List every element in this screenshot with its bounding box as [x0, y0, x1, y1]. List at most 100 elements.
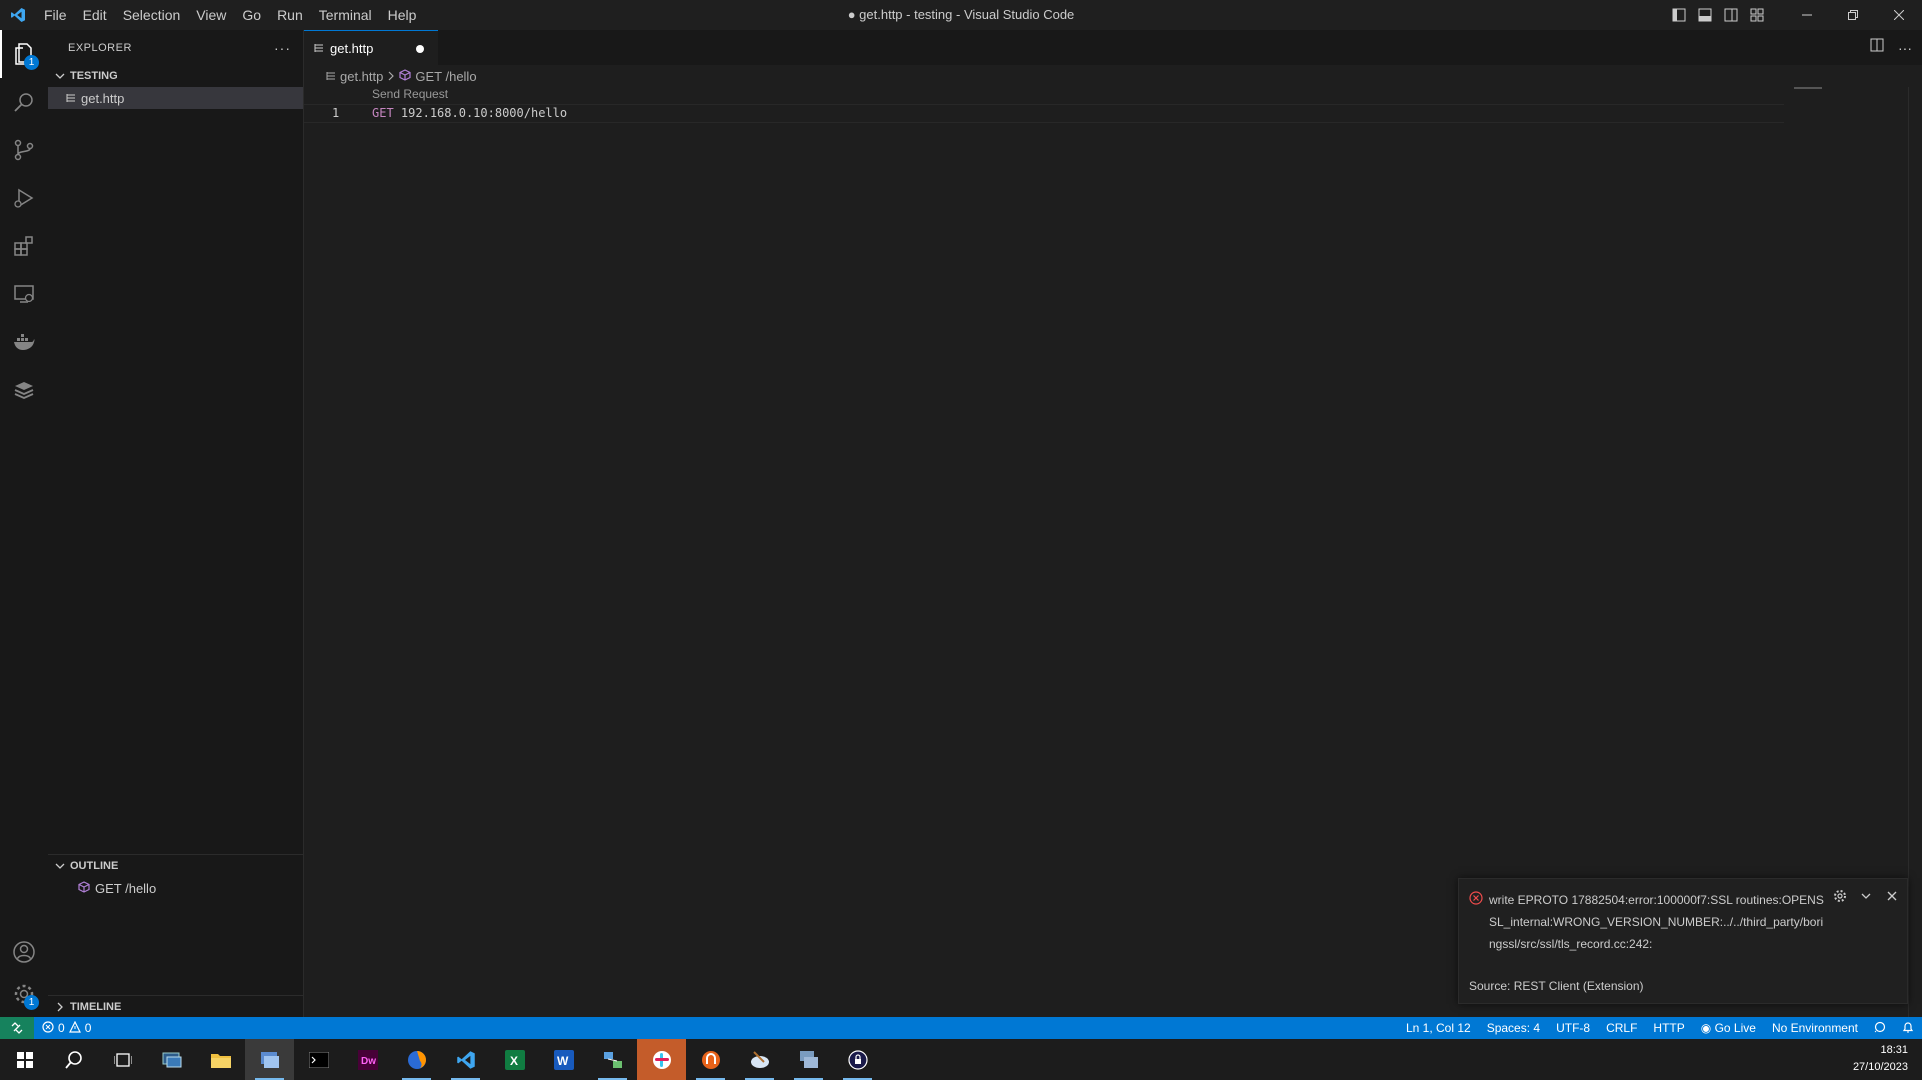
search-icon[interactable]: [49, 1039, 98, 1080]
http-method: GET: [372, 106, 394, 120]
paint-icon[interactable]: [735, 1039, 784, 1080]
menu-help[interactable]: Help: [380, 0, 425, 30]
run-debug-icon[interactable]: [0, 174, 48, 222]
more-actions-icon[interactable]: ···: [274, 40, 291, 56]
menu-run[interactable]: Run: [269, 0, 311, 30]
app-icon[interactable]: [686, 1039, 735, 1080]
source-control-icon[interactable]: [0, 126, 48, 174]
close-icon[interactable]: [1876, 0, 1922, 30]
error-count: 0: [58, 1021, 65, 1035]
minimize-icon[interactable]: [1784, 0, 1830, 30]
file-explorer-icon[interactable]: [196, 1039, 245, 1080]
folder-section-testing[interactable]: TESTING: [48, 65, 303, 87]
svg-text:Dw: Dw: [361, 1056, 376, 1067]
breadcrumb-file[interactable]: get.http: [340, 69, 383, 84]
vscode-active-window-icon[interactable]: [245, 1039, 294, 1080]
file-item-get-http[interactable]: get.http: [48, 87, 303, 109]
remote-indicator-icon[interactable]: [0, 1017, 34, 1039]
toggle-secondary-sidebar-icon[interactable]: [1718, 0, 1744, 30]
outline-header[interactable]: OUTLINE: [48, 855, 304, 877]
request-url: 192.168.0.10:8000/hello: [400, 106, 568, 120]
server-manager-icon[interactable]: [784, 1039, 833, 1080]
windows-start-icon[interactable]: [0, 1039, 49, 1080]
terminal-icon[interactable]: [294, 1039, 343, 1080]
network-icon[interactable]: [588, 1039, 637, 1080]
svg-text:X: X: [510, 1054, 518, 1068]
more-actions-icon[interactable]: ···: [1898, 40, 1912, 56]
breadcrumb-symbol[interactable]: GET /hello: [415, 69, 476, 84]
encoding[interactable]: UTF-8: [1548, 1021, 1598, 1035]
code-text[interactable]: GET 192.168.0.10:8000/hello: [372, 106, 567, 120]
excel-icon[interactable]: X: [490, 1039, 539, 1080]
menu-file[interactable]: File: [36, 0, 75, 30]
notifications-bell-icon[interactable]: [1894, 1021, 1922, 1036]
toggle-primary-sidebar-icon[interactable]: [1666, 0, 1692, 30]
editor-tabs: get.http ···: [304, 30, 1922, 65]
firefox-icon[interactable]: [392, 1039, 441, 1080]
timeline-section: TIMELINE: [48, 995, 304, 1018]
extensions-icon[interactable]: [0, 222, 48, 270]
title-bar: File Edit Selection View Go Run Terminal…: [0, 0, 1922, 30]
chevron-right-icon: [52, 999, 68, 1015]
search-icon[interactable]: [0, 78, 48, 126]
customize-layout-icon[interactable]: [1744, 0, 1770, 30]
end-of-line[interactable]: CRLF: [1598, 1021, 1645, 1035]
status-bar: 0 0 Ln 1, Col 12 Spaces: 4 UTF-8 CRLF HT…: [0, 1017, 1922, 1039]
accounts-icon[interactable]: [0, 928, 48, 976]
file-lines-icon: [314, 41, 324, 56]
menu-go[interactable]: Go: [234, 0, 269, 30]
editor-scrollbar[interactable]: [1908, 87, 1922, 1017]
explorer-badge: 1: [24, 55, 39, 70]
collapse-chevron-down-icon[interactable]: [1859, 889, 1873, 906]
error-notification: write EPROTO 17882504:error:100000f7:SSL…: [1458, 878, 1908, 1004]
file-lines-icon: [326, 69, 336, 84]
unsaved-dot-icon[interactable]: [416, 45, 424, 53]
symbol-method-icon: [399, 68, 411, 84]
breadcrumb: get.http GET /hello: [304, 65, 477, 87]
send-request-codelens[interactable]: Send Request: [372, 87, 448, 101]
menu-edit[interactable]: Edit: [75, 0, 115, 30]
docker-icon[interactable]: [0, 318, 48, 366]
vscode-icon[interactable]: [441, 1039, 490, 1080]
restore-icon[interactable]: [1830, 0, 1876, 30]
broadcast-icon: ◉: [1700, 1021, 1712, 1035]
menu-view[interactable]: View: [188, 0, 234, 30]
notification-close-icon[interactable]: [1885, 889, 1899, 906]
file-name: get.http: [81, 90, 125, 106]
menu-terminal[interactable]: Terminal: [311, 0, 380, 30]
minimap[interactable]: [1794, 87, 1822, 89]
tab-get-http[interactable]: get.http: [304, 30, 438, 65]
notification-settings-gear-icon[interactable]: [1833, 889, 1847, 906]
split-editor-icon[interactable]: [1870, 38, 1884, 57]
notification-message: write EPROTO 17882504:error:100000f7:SSL…: [1489, 893, 1824, 951]
indentation[interactable]: Spaces: 4: [1479, 1021, 1548, 1035]
language-mode[interactable]: HTTP: [1645, 1021, 1692, 1035]
code-line[interactable]: 1 GET 192.168.0.10:8000/hello: [304, 104, 1784, 123]
problems-indicator[interactable]: 0 0: [34, 1020, 91, 1036]
go-live-label: Go Live: [1714, 1021, 1756, 1035]
timeline-header[interactable]: TIMELINE: [48, 996, 304, 1018]
windows-taskbar: Dw X W 18:31 27/10/2023: [0, 1039, 1922, 1080]
task-view-icon[interactable]: [98, 1039, 147, 1080]
explorer-icon[interactable]: 1: [0, 30, 48, 78]
feedback-icon[interactable]: [1866, 1021, 1894, 1036]
database-icon[interactable]: [0, 366, 48, 414]
environment-selector[interactable]: No Environment: [1764, 1021, 1866, 1035]
menu-selection[interactable]: Selection: [115, 0, 189, 30]
remote-explorer-icon[interactable]: [0, 270, 48, 318]
system-clock[interactable]: 18:31 27/10/2023: [1853, 1042, 1908, 1076]
manage-gear-icon[interactable]: 1: [0, 970, 48, 1018]
word-icon[interactable]: W: [539, 1039, 588, 1080]
activity-bar: 1 1: [0, 30, 48, 1017]
remote-desktop-icon[interactable]: [147, 1039, 196, 1080]
go-live-button[interactable]: ◉ Go Live: [1693, 1021, 1764, 1035]
toggle-panel-icon[interactable]: [1692, 0, 1718, 30]
cursor-position[interactable]: Ln 1, Col 12: [1398, 1021, 1479, 1035]
clock-date: 27/10/2023: [1852, 1061, 1908, 1073]
dreamweaver-icon[interactable]: Dw: [343, 1039, 392, 1080]
manage-badge: 1: [24, 995, 39, 1010]
outline-item[interactable]: GET /hello: [48, 877, 304, 899]
slack-icon[interactable]: [637, 1039, 686, 1080]
warning-icon: [68, 1020, 81, 1036]
vpn-icon[interactable]: [833, 1039, 882, 1080]
